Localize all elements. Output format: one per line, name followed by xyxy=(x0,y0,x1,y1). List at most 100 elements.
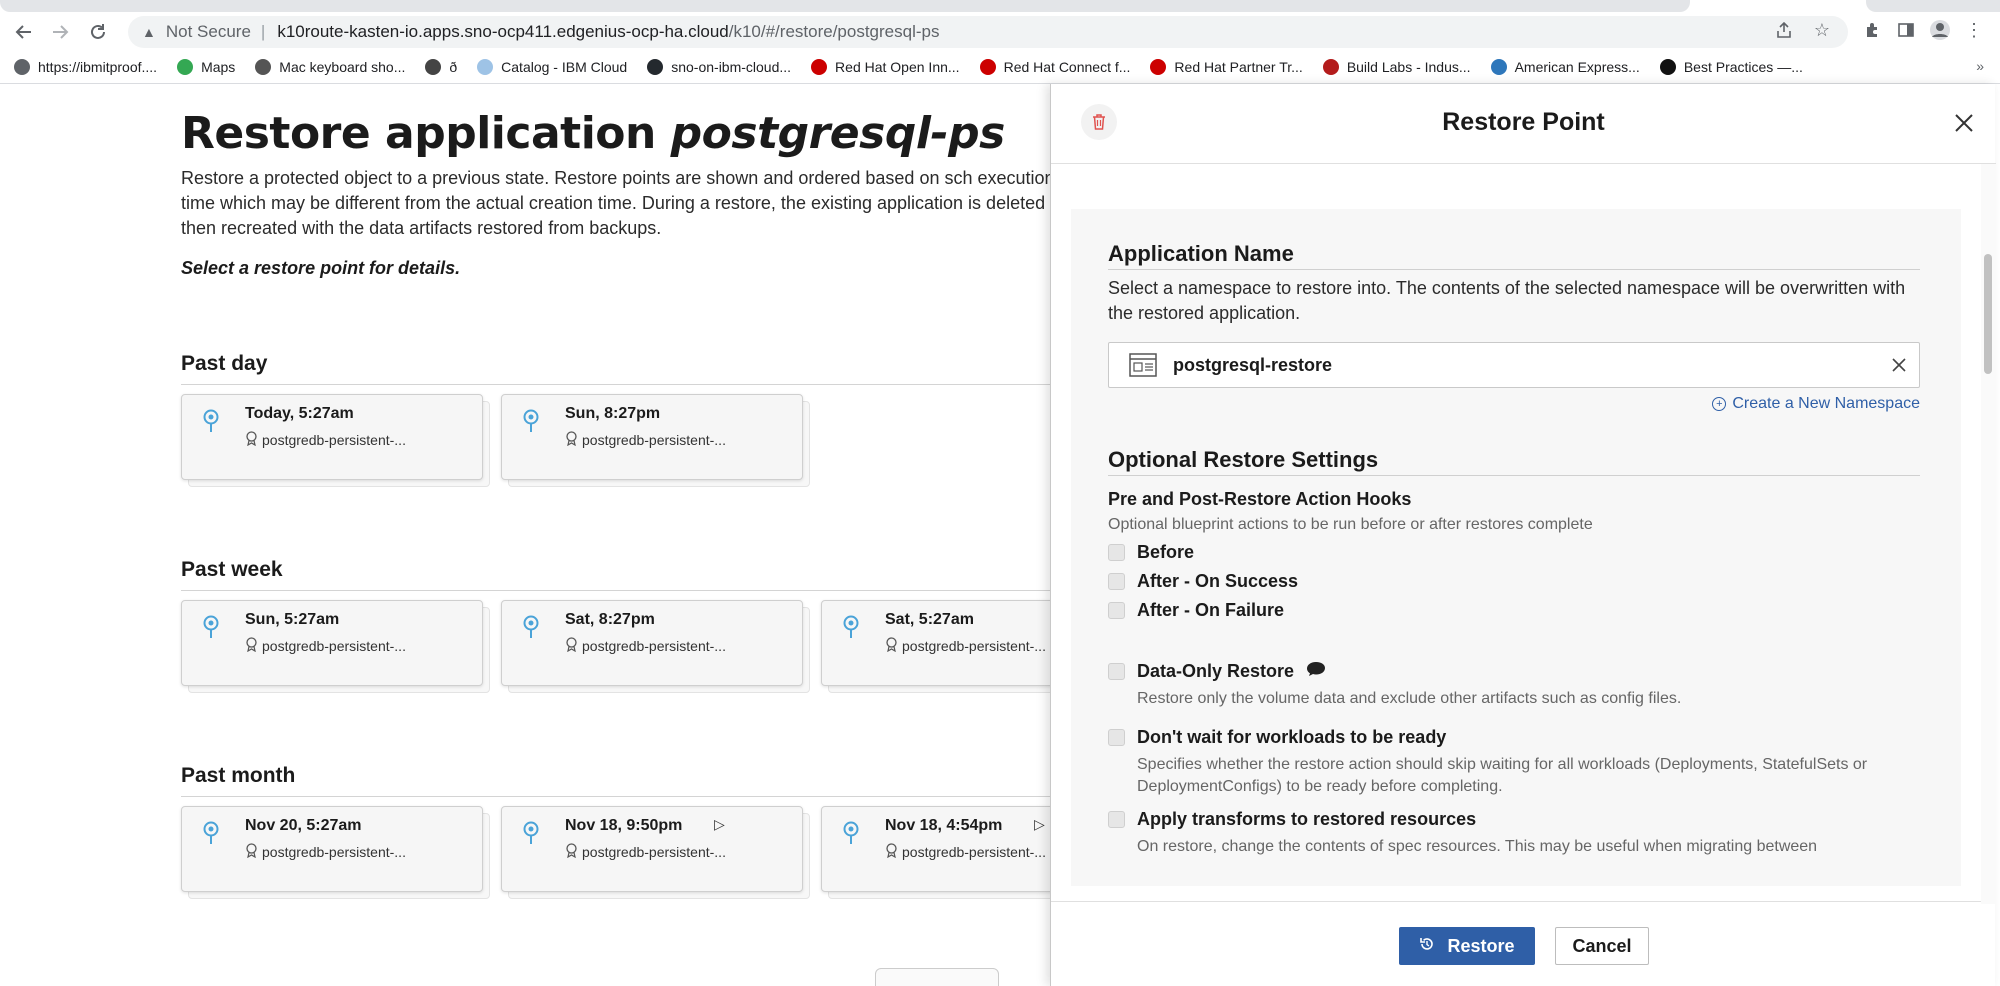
data-only-restore-description: Restore only the volume data and exclude… xyxy=(1137,690,1682,707)
restore-point-card[interactable]: Nov 18, 9:50pm ▷ postgredb-persistent-... xyxy=(501,806,803,892)
profile-avatar-icon[interactable] xyxy=(1926,16,1954,44)
checkbox[interactable] xyxy=(1108,544,1125,561)
bookmark-item[interactable]: ð xyxy=(425,59,457,75)
checkbox[interactable] xyxy=(1108,729,1125,746)
restore-point-card[interactable]: Nov 20, 5:27am postgredb-persistent-... xyxy=(181,806,483,892)
cancel-button[interactable]: Cancel xyxy=(1555,927,1649,965)
bookmark-favicon-icon xyxy=(177,59,194,75)
bookmark-item[interactable]: Maps xyxy=(177,59,235,75)
checkbox[interactable] xyxy=(1108,602,1125,619)
bookmark-item[interactable]: Red Hat Open Inn... xyxy=(811,59,960,75)
restore-point-card[interactable]: Sat, 8:27pm postgredb-persistent-... xyxy=(501,600,803,686)
checkbox[interactable] xyxy=(1108,663,1125,680)
bookmark-item[interactable]: Mac keyboard sho... xyxy=(255,59,405,75)
data-only-restore-checkbox[interactable]: Data-Only Restore xyxy=(1108,661,1326,682)
tooltip-icon[interactable] xyxy=(1306,661,1326,682)
clear-namespace-icon[interactable] xyxy=(1879,345,1919,385)
bookmark-item[interactable]: sno-on-ibm-cloud... xyxy=(647,59,791,75)
extensions-icon[interactable] xyxy=(1858,16,1886,44)
security-label: Not Secure xyxy=(165,22,251,41)
panel-header: Restore Point xyxy=(1051,84,1996,164)
browser-tab[interactable] xyxy=(0,0,1690,12)
application-name-description: Select a namespace to restore into. The … xyxy=(1108,278,1906,323)
checkbox[interactable] xyxy=(1108,573,1125,590)
address-bar[interactable]: ▲ Not Secure | k10route-kasten-io.apps.s… xyxy=(128,16,1848,48)
bookmark-item[interactable]: https://ibmitproof.... xyxy=(14,59,157,75)
bookmark-item[interactable]: Red Hat Connect f... xyxy=(979,59,1130,75)
bookmark-item[interactable]: Build Labs - Indus... xyxy=(1322,59,1471,75)
restore-point-policy: postgredb-persistent-... xyxy=(262,432,406,448)
create-namespace-label: Create a New Namespace xyxy=(1732,395,1920,412)
restore-point-time: Sun, 8:27pm xyxy=(565,405,661,422)
restore-point-pin-icon xyxy=(202,409,220,433)
restore-point-pin-icon xyxy=(522,409,540,433)
select-hint: Select a restore point for details. xyxy=(181,258,461,278)
browser-tab[interactable] xyxy=(1866,0,2000,12)
bookmark-favicon-icon xyxy=(1150,59,1167,75)
bookmark-star-icon[interactable]: ☆ xyxy=(1808,16,1836,44)
bookmark-item[interactable]: Red Hat Partner Tr... xyxy=(1150,59,1303,75)
back-icon[interactable] xyxy=(10,18,38,46)
checkbox-label: Data-Only Restore xyxy=(1137,661,1295,681)
section-divider xyxy=(181,590,1050,591)
section-divider xyxy=(181,384,1050,385)
panel-scrollbar-thumb[interactable] xyxy=(1984,254,1992,374)
restore-point-card[interactable]: Sun, 8:27pm postgredb-persistent-... xyxy=(501,394,803,480)
restore-button[interactable]: Restore xyxy=(1399,927,1535,965)
namespace-value: postgresql-restore xyxy=(1173,354,1333,375)
hooks-heading: Pre and Post-Restore Action Hooks xyxy=(1108,489,1412,509)
namespace-select[interactable]: postgresql-restore xyxy=(1108,342,1920,388)
skip-wait-workloads-checkbox[interactable]: Don't wait for workloads to be ready xyxy=(1108,727,1446,748)
bookmark-label: Catalog - IBM Cloud xyxy=(501,59,628,75)
close-panel-button[interactable] xyxy=(1951,110,1977,136)
restore-point-card[interactable]: Sun, 5:27am postgredb-persistent-... xyxy=(181,600,483,686)
bookmark-label: Mac keyboard sho... xyxy=(279,59,406,75)
page-title-prefix: Restore application xyxy=(181,108,656,159)
hook-before-checkbox[interactable]: Before xyxy=(1108,542,1194,563)
bookmarks-overflow-icon[interactable]: » xyxy=(1976,58,1984,74)
hook-after-success-checkbox[interactable]: After - On Success xyxy=(1108,571,1298,592)
restore-point-pin-icon xyxy=(202,821,220,845)
restore-point-panel: Restore Point Application Name Select a … xyxy=(1050,84,1996,986)
browser-menu-icon[interactable]: ⋮ xyxy=(1960,16,1988,44)
restore-point-time: Today, 5:27am xyxy=(245,405,354,422)
restore-button-label: Restore xyxy=(1447,935,1515,956)
restore-point-pin-icon xyxy=(522,615,540,639)
page-description: Restore a protected object to a previous… xyxy=(181,168,1050,238)
bookmark-favicon-icon xyxy=(1659,59,1676,75)
forward-icon[interactable] xyxy=(46,18,74,46)
restore-point-card[interactable]: Nov 18, 4:54pm ▷ postgredb-persistent-... xyxy=(821,806,1050,892)
bookmarks-bar: https://ibmitproof.... Maps Mac keyboard s… xyxy=(0,52,2000,82)
restore-point-card[interactable]: Sat, 5:27am postgredb-persistent-... xyxy=(821,600,1050,686)
bookmark-label: sno-on-ibm-cloud... xyxy=(671,59,792,75)
restore-point-card[interactable]: Today, 5:27am postgredb-persistent-... xyxy=(181,394,483,480)
policy-badge-icon xyxy=(245,843,258,861)
bookmark-item[interactable]: Catalog - IBM Cloud xyxy=(477,59,627,75)
bookmark-item[interactable]: Best Practices —... xyxy=(1659,59,1803,75)
address-separator: | xyxy=(260,22,266,41)
page-bottom-tab[interactable] xyxy=(875,968,999,986)
bookmark-favicon-icon xyxy=(811,59,828,75)
bookmark-favicon-icon xyxy=(14,59,30,75)
bookmark-item[interactable]: American Express... xyxy=(1490,59,1640,75)
bookmark-favicon-icon xyxy=(647,59,664,75)
side-panel-icon[interactable] xyxy=(1892,16,1920,44)
section-heading: Past month xyxy=(181,764,296,787)
hook-after-failure-checkbox[interactable]: After - On Failure xyxy=(1108,600,1284,621)
checkbox[interactable] xyxy=(1108,811,1125,828)
panel-title: Restore Point xyxy=(1442,108,1605,136)
browser-chrome: ▲ Not Secure | k10route-kasten-io.apps.s… xyxy=(0,0,2000,84)
policy-badge-icon xyxy=(565,431,578,449)
namespace-icon xyxy=(1129,353,1157,377)
create-namespace-link[interactable]: + Create a New Namespace xyxy=(1691,395,1920,413)
section-divider xyxy=(181,796,1050,797)
bookmark-favicon-icon xyxy=(1490,59,1507,75)
share-icon[interactable] xyxy=(1770,16,1798,44)
reload-icon[interactable] xyxy=(84,18,112,46)
play-icon: ▷ xyxy=(714,816,725,832)
restore-point-time: Nov 18, 9:50pm xyxy=(565,817,683,834)
apply-transforms-checkbox[interactable]: Apply transforms to restored resources xyxy=(1108,809,1476,830)
heading-divider xyxy=(1108,475,1920,476)
restore-point-policy: postgredb-persistent-... xyxy=(262,638,406,654)
policy-badge-icon xyxy=(245,431,258,449)
